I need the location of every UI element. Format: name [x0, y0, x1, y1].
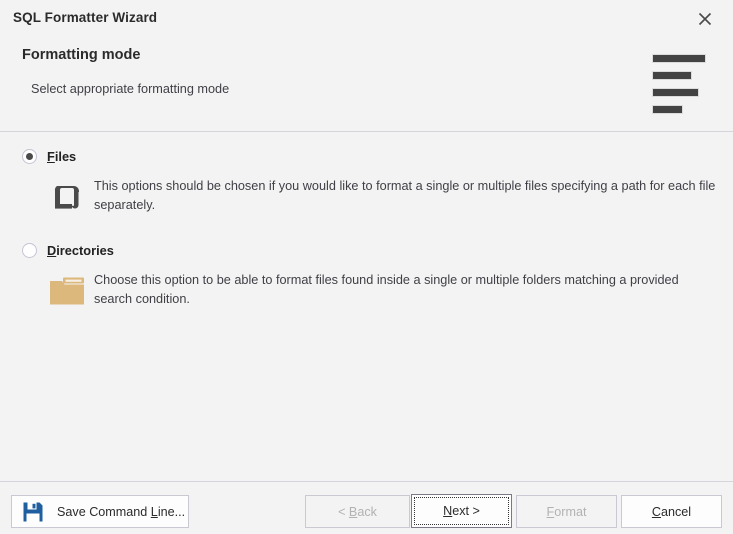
back-button[interactable]: < Back [305, 495, 410, 528]
label-rest-files: iles [54, 149, 77, 164]
next-label-post: ext > [452, 504, 480, 518]
back-label: < Back [338, 505, 377, 519]
save-label-post: ine... [157, 504, 186, 519]
back-label-post: ack [357, 504, 377, 519]
close-icon [698, 12, 712, 26]
floppy-disk-icon [23, 502, 43, 521]
radio-label-directories: Directories [47, 243, 114, 258]
option-description-directories: Choose this option to be able to format … [94, 273, 679, 306]
window-title: SQL Formatter Wizard [13, 10, 158, 25]
logo-bar-4 [652, 105, 683, 114]
format-button[interactable]: Format [516, 495, 617, 528]
accel-files: F [47, 149, 55, 164]
folder-icon [48, 272, 86, 310]
logo-bar-2 [652, 71, 692, 80]
label-rest-directories: irectories [56, 243, 114, 258]
format-label-post: ormat [554, 504, 587, 519]
accel-directories: D [47, 243, 57, 258]
radio-files[interactable] [22, 149, 37, 164]
footer-button-bar: Save Command Line... < Back Next > Forma… [0, 482, 733, 534]
back-label-pre: < [338, 504, 349, 519]
radio-row-directories[interactable]: Directories [22, 243, 114, 258]
wizard-header: Formatting mode Select appropriate forma… [0, 38, 733, 131]
save-command-line-button[interactable]: Save Command Line... [11, 495, 189, 528]
format-label: Format [547, 505, 587, 519]
radio-directories[interactable] [22, 243, 37, 258]
radio-label-files: Files [47, 149, 76, 164]
page-subtitle: Select appropriate formatting mode [31, 82, 230, 96]
option-description-files: This options should be chosen if you wou… [94, 179, 716, 212]
title-bar: SQL Formatter Wizard [0, 0, 733, 38]
save-label-accel: L [150, 504, 158, 519]
next-label: Next > [443, 504, 480, 518]
formatter-bars-logo-icon [652, 48, 708, 114]
cancel-button[interactable]: Cancel [621, 495, 722, 528]
next-label-accel: N [443, 504, 453, 518]
scroll-document-icon [48, 178, 86, 216]
next-button[interactable]: Next > [411, 494, 512, 528]
save-command-line-label: Save Command Line... [57, 505, 185, 519]
close-button[interactable] [683, 2, 727, 36]
page-title: Formatting mode [22, 47, 141, 63]
cancel-label-post: ancel [661, 504, 692, 519]
logo-bar-1 [652, 54, 706, 63]
save-label-pre: Save Command [57, 504, 151, 519]
options-area: Files This options should be chosen if y… [0, 132, 733, 481]
radio-row-files[interactable]: Files [22, 149, 76, 164]
cancel-label-accel: C [651, 504, 661, 519]
logo-bar-3 [652, 88, 699, 97]
cancel-label: Cancel [652, 505, 691, 519]
sql-formatter-wizard-window: SQL Formatter Wizard Formatting mode Sel… [0, 0, 733, 534]
